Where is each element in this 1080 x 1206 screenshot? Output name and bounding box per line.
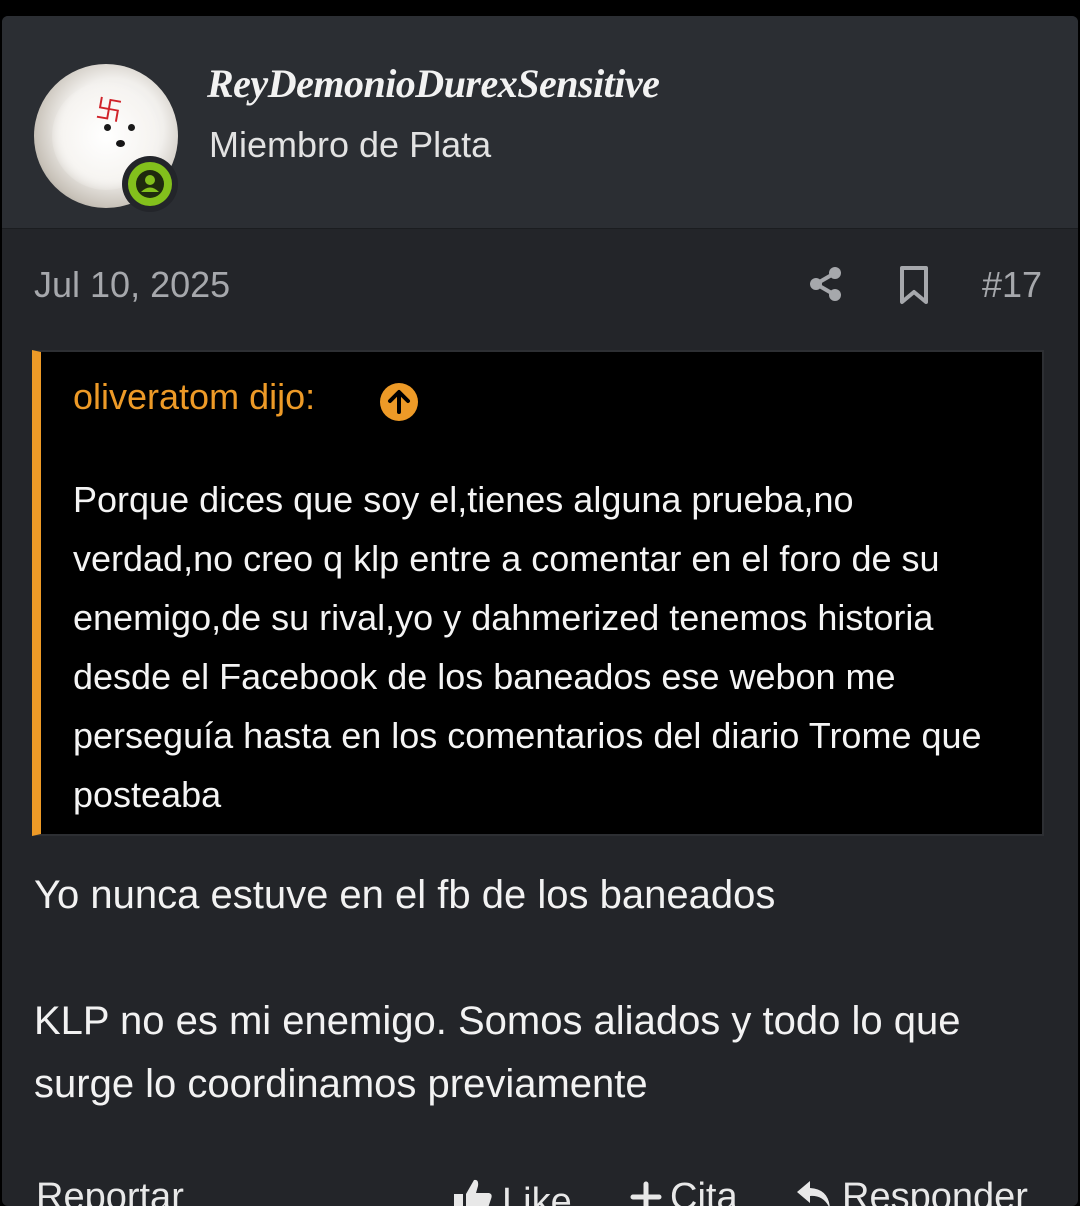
post-body: Yo nunca estuve en el fb de los baneados… — [34, 864, 1044, 1116]
avatar-eye-icon — [128, 124, 135, 131]
like-label: Like — [502, 1181, 572, 1206]
avatar-eye-icon — [104, 124, 111, 131]
post-date-link[interactable]: Jul 10, 2025 — [34, 264, 230, 306]
quote-text: Porque dices que soy el,tienes alguna pr… — [73, 479, 982, 815]
user-rank: Miembro de Plata — [209, 124, 492, 165]
thumbs-up-icon — [452, 1176, 494, 1206]
quote-block: oliveratom dijo: Porque dices que soy el… — [32, 350, 1044, 836]
screen: 卐 ReyDemonioDurexSensitive Miembro de Pl… — [0, 0, 1080, 1206]
post-user-header: 卐 ReyDemonioDurexSensitive Miembro de Pl… — [2, 16, 1078, 229]
post-number-link[interactable]: #17 — [982, 264, 1042, 306]
online-status-badge — [122, 156, 178, 212]
bookmark-icon[interactable] — [894, 264, 934, 306]
user-icon — [128, 162, 172, 206]
report-link[interactable]: Reportar — [36, 1176, 184, 1206]
reply-icon — [794, 1177, 834, 1206]
avatar-nose-icon — [116, 140, 125, 147]
arrow-up-circle-icon[interactable] — [379, 382, 419, 422]
reply-button[interactable]: Responder — [794, 1176, 1028, 1206]
post-paragraph: Yo nunca estuve en el fb de los baneados — [34, 873, 776, 917]
reply-label: Responder — [842, 1176, 1028, 1206]
plus-icon — [630, 1180, 662, 1206]
quote-label: Cita — [670, 1176, 738, 1206]
quote-button[interactable]: Cita — [630, 1176, 738, 1206]
username-link[interactable]: ReyDemonioDurexSensitive — [207, 60, 660, 107]
forum-post: 卐 ReyDemonioDurexSensitive Miembro de Pl… — [2, 16, 1078, 1206]
share-icon[interactable] — [806, 264, 846, 304]
quote-author-link[interactable]: oliveratom dijo: — [73, 376, 315, 418]
post-paragraph: KLP no es mi enemigo. Somos aliados y to… — [34, 999, 961, 1106]
like-button[interactable]: Like — [452, 1176, 572, 1206]
